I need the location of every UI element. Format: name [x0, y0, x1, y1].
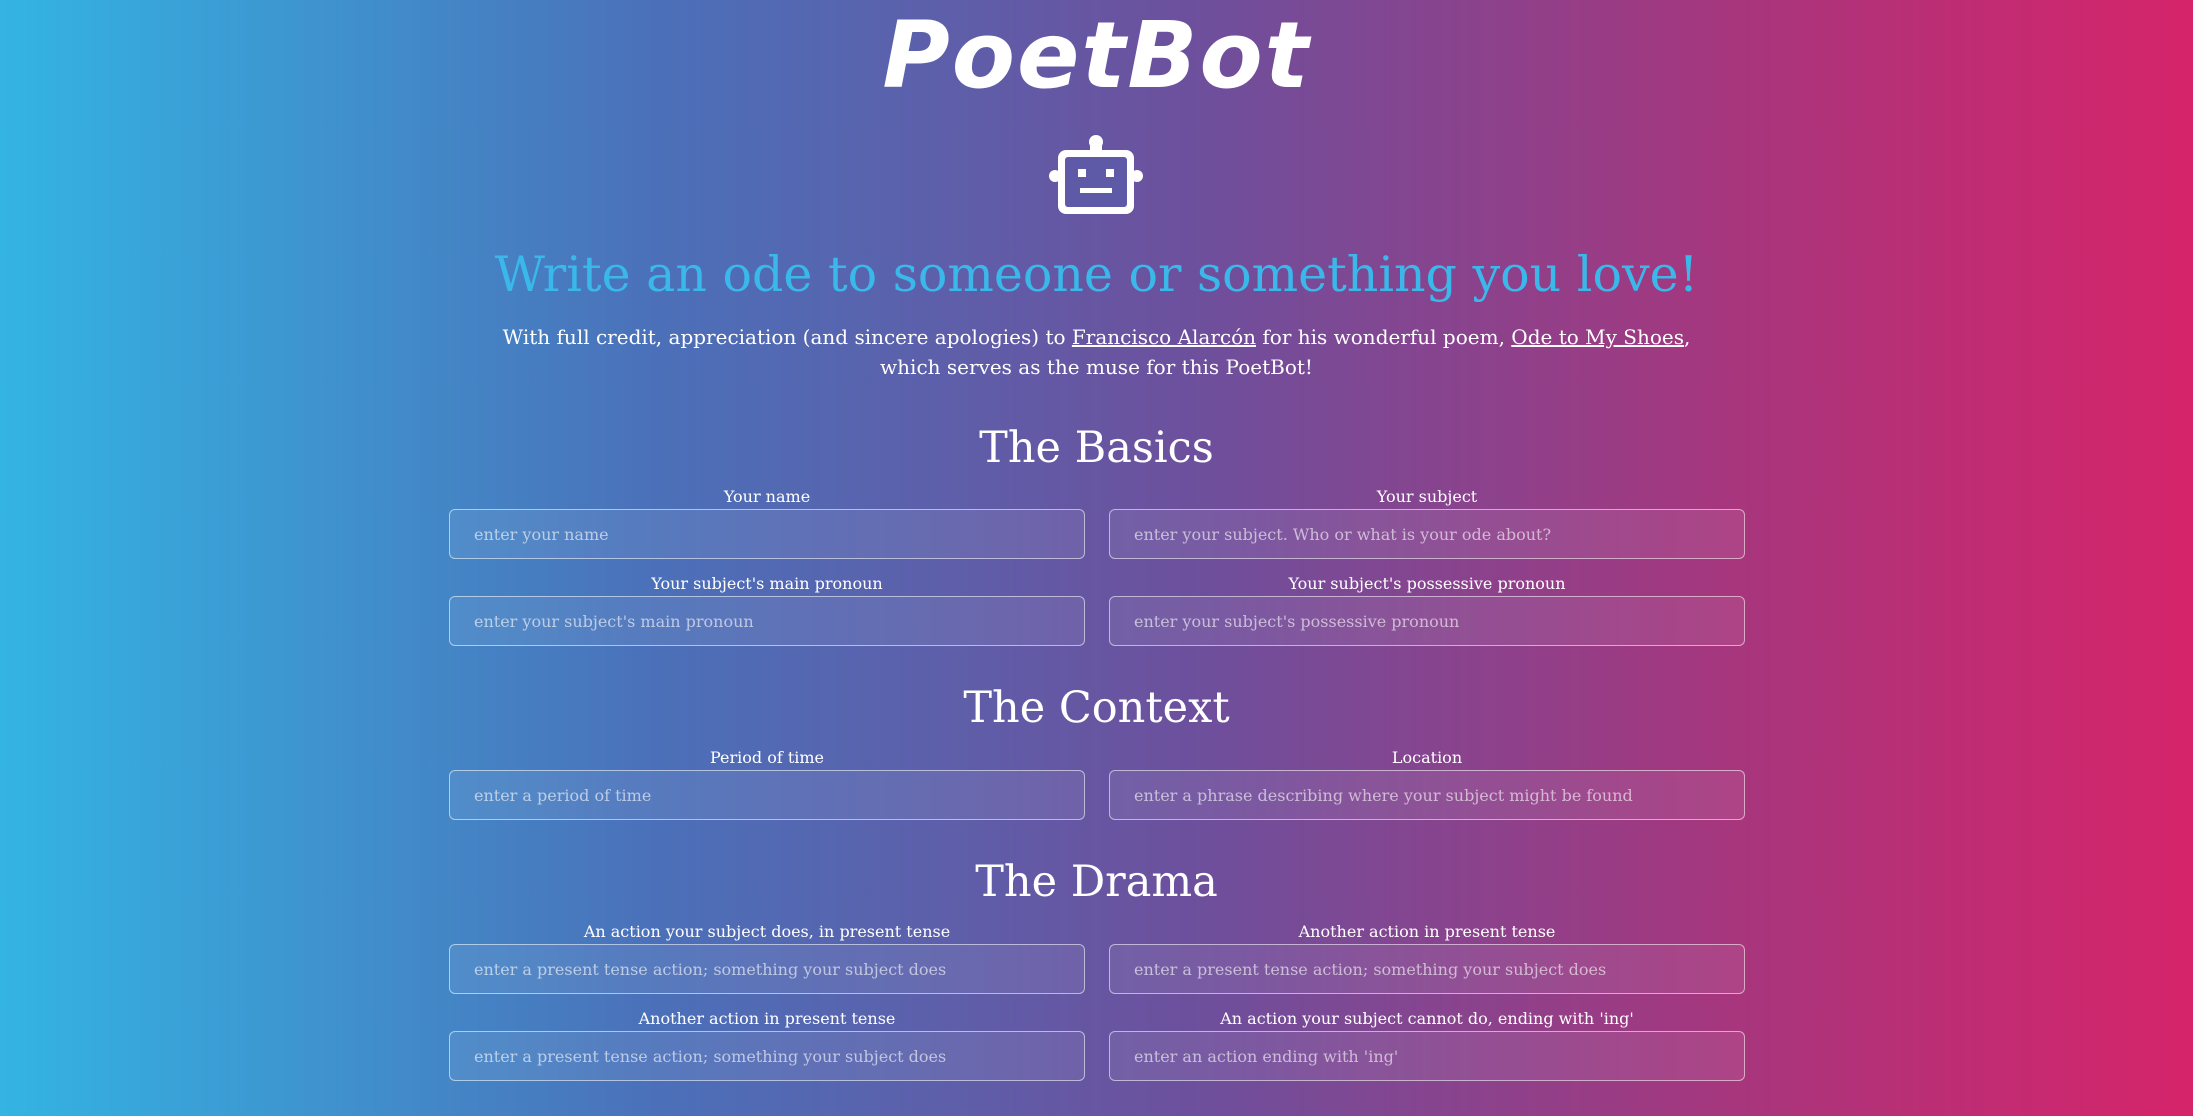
action3-label: Another action in present tense — [638, 1009, 896, 1028]
possessive-pronoun-label: Your subject's possessive pronoun — [1288, 574, 1566, 593]
credit-middle: for his wonderful poem, — [1256, 325, 1512, 349]
section-title-drama: The Drama — [975, 857, 1218, 907]
location-label: Location — [1391, 748, 1463, 767]
period-label: Period of time — [709, 748, 825, 767]
main-pronoun-input[interactable] — [449, 596, 1085, 646]
period-input[interactable] — [449, 770, 1085, 820]
credit-comma: , — [1683, 325, 1691, 349]
location-input[interactable] — [1109, 770, 1745, 820]
action1-input[interactable] — [449, 944, 1085, 994]
subject-input[interactable] — [1109, 509, 1745, 559]
page-headline: Write an ode to someone or something you… — [494, 246, 1699, 303]
credit-text: With full credit, appreciation (and sinc… — [500, 322, 1693, 382]
logo: PoetBot — [882, 2, 1311, 109]
name-input[interactable] — [449, 509, 1085, 559]
poem-link[interactable]: Ode to My Shoes — [1511, 325, 1684, 349]
section-title-basics: The Basics — [979, 423, 1214, 473]
credit-prefix: With full credit, appreciation (and sinc… — [502, 325, 1072, 349]
action1-label: An action your subject does, in present … — [583, 922, 951, 941]
credit-suffix: which serves as the muse for this PoetBo… — [880, 355, 1313, 379]
robot-icon — [1049, 135, 1143, 214]
action2-input[interactable] — [1109, 944, 1745, 994]
cannot-do-label: An action your subject cannot do, ending… — [1220, 1009, 1634, 1028]
section-title-context: The Context — [963, 683, 1230, 733]
possessive-pronoun-input[interactable] — [1109, 596, 1745, 646]
subject-label: Your subject — [1376, 487, 1478, 506]
author-link[interactable]: Francisco Alarcón — [1072, 325, 1256, 349]
cannot-do-input[interactable] — [1109, 1031, 1745, 1081]
action3-input[interactable] — [449, 1031, 1085, 1081]
main-pronoun-label: Your subject's main pronoun — [651, 574, 883, 593]
name-label: Your name — [723, 487, 811, 506]
action2-label: Another action in present tense — [1298, 922, 1556, 941]
